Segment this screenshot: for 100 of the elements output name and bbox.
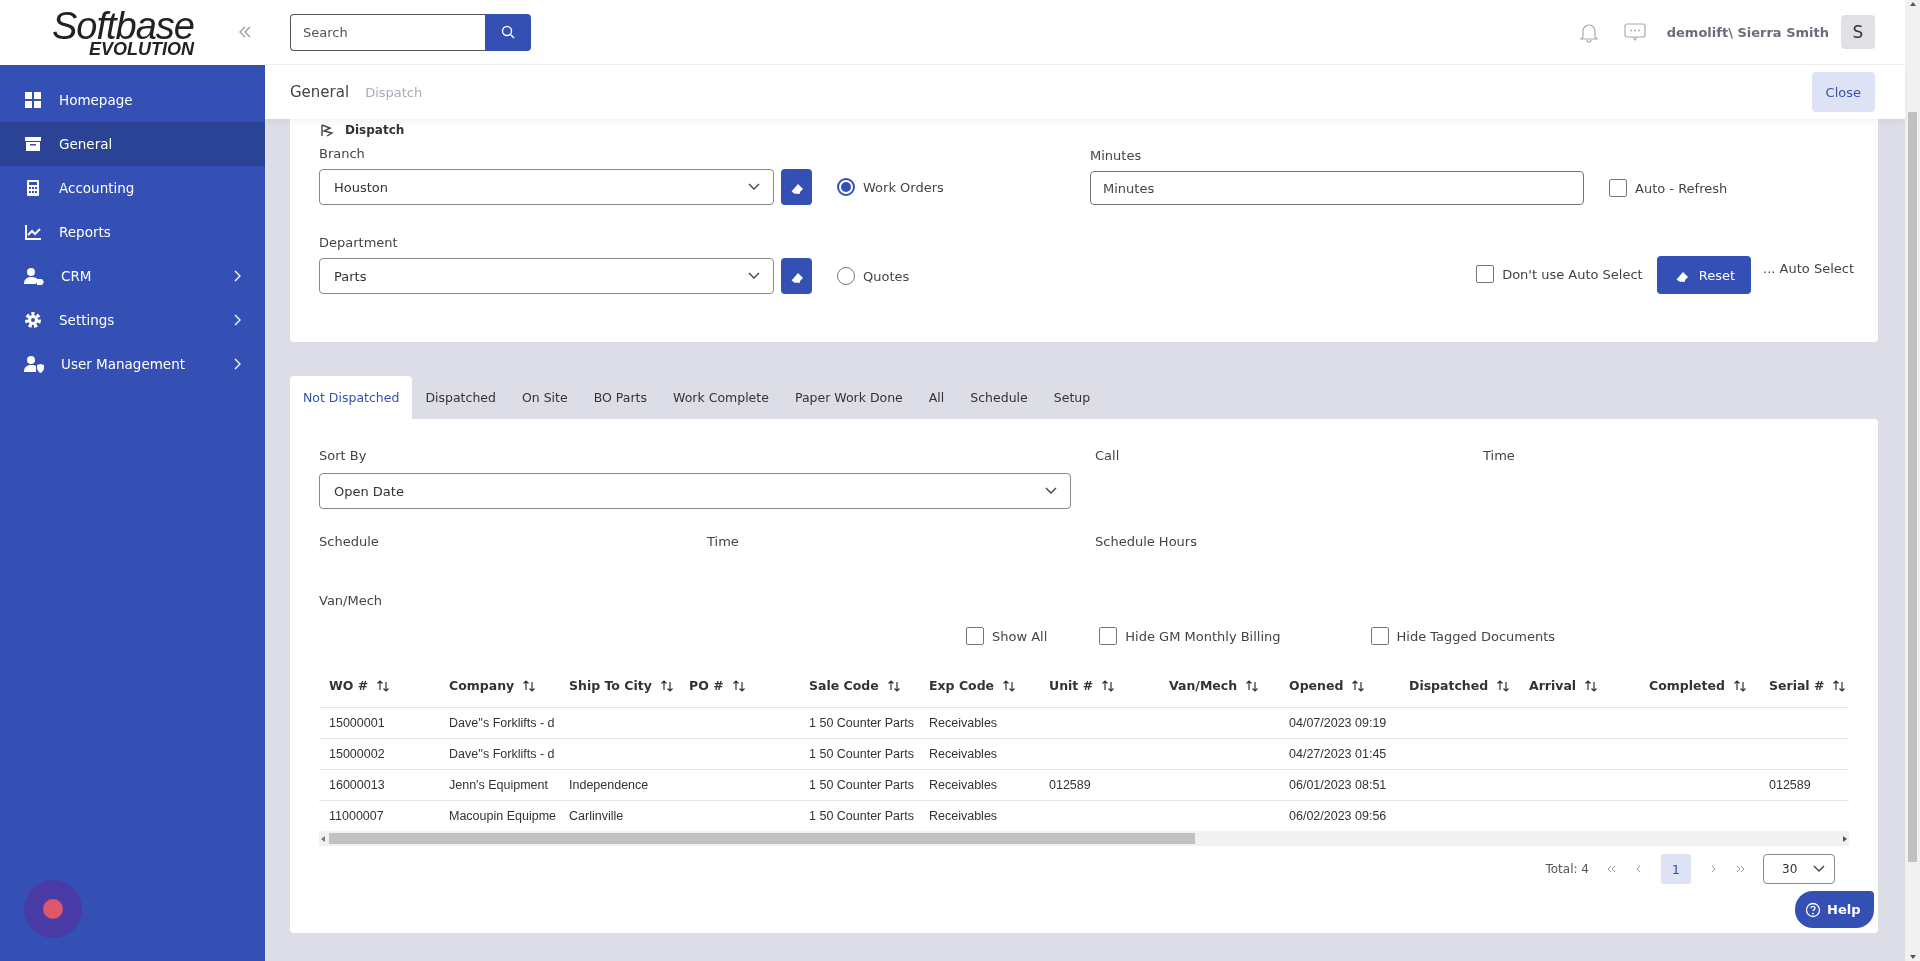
table-cell: 06/01/2023 08:51 xyxy=(1289,777,1387,792)
user-name[interactable]: demolift\ Sierra Smith xyxy=(1666,24,1829,40)
checkbox-label: Show All xyxy=(992,628,1048,644)
tab[interactable]: Paper Work Done xyxy=(781,376,916,419)
table-cell: Carlinville xyxy=(569,808,624,823)
sort-icon[interactable] xyxy=(1351,678,1366,693)
table-cell: 16000013 xyxy=(329,777,385,792)
page-size-select[interactable]: 30 xyxy=(1763,854,1835,884)
last-page-icon[interactable] xyxy=(1735,863,1747,875)
sidebar-item[interactable]: Settings xyxy=(0,298,265,342)
close-button[interactable]: Close xyxy=(1811,72,1875,112)
sort-icon[interactable] xyxy=(1832,678,1847,693)
scroll-left-icon xyxy=(319,834,327,843)
reset-button[interactable]: Reset xyxy=(1656,256,1752,294)
auto-select-link[interactable]: ... Auto Select xyxy=(1763,248,1854,288)
table-cell: Receivables xyxy=(929,777,998,792)
column-header[interactable]: Serial # xyxy=(1769,678,1825,694)
field-label: Schedule Hours xyxy=(1095,534,1198,549)
column-header[interactable]: Company xyxy=(449,678,515,694)
field-label: Department xyxy=(319,235,399,250)
checkbox-label: Hide GM Monthly Billing xyxy=(1125,628,1281,644)
sidebar-item[interactable]: User Management xyxy=(0,342,265,386)
column-header[interactable]: Exp Code xyxy=(929,678,995,694)
field-label: Sort By xyxy=(319,448,368,463)
sort-icon[interactable] xyxy=(886,678,901,693)
select-field[interactable]: Parts xyxy=(319,258,774,294)
sort-icon[interactable] xyxy=(1584,678,1599,693)
clear-button[interactable] xyxy=(781,169,812,205)
checkbox[interactable] xyxy=(1609,179,1627,197)
field-label: Call xyxy=(1095,448,1121,463)
table-cell: 012589 xyxy=(1769,777,1811,792)
select-field[interactable]: Houston xyxy=(319,169,774,205)
search-field[interactable]: Search xyxy=(290,13,485,51)
column-header[interactable]: Sale Code xyxy=(809,678,879,694)
sort-icon[interactable] xyxy=(1101,678,1116,693)
sidebar-item[interactable]: CRM xyxy=(0,254,265,298)
app-logo: Softbase EVOLUTION xyxy=(52,7,194,58)
column-header[interactable]: Arrival xyxy=(1529,678,1577,694)
field-label: Minutes xyxy=(1090,148,1143,163)
dispatch-icon xyxy=(319,122,335,138)
column-header[interactable]: Dispatched xyxy=(1409,678,1489,694)
tab[interactable]: BO Parts xyxy=(580,376,661,419)
tab[interactable]: Not Dispatched xyxy=(290,376,413,419)
field-label: Van/Mech xyxy=(319,593,384,608)
tab[interactable]: Setup xyxy=(1040,376,1104,419)
table-cell: 1 50 Counter Parts xyxy=(809,746,914,761)
sidebar-item[interactable]: Accounting xyxy=(0,166,265,210)
tab[interactable]: On Site xyxy=(508,376,581,419)
scroll-right-icon xyxy=(1841,834,1849,843)
collapse-icon[interactable] xyxy=(237,24,253,40)
sidebar-item[interactable]: Reports xyxy=(0,210,265,254)
sort-icon[interactable] xyxy=(522,678,537,693)
checkbox[interactable] xyxy=(1476,265,1495,283)
user-avatar[interactable]: S xyxy=(1841,15,1875,49)
column-header[interactable]: Opened xyxy=(1289,678,1344,694)
tab[interactable]: All xyxy=(915,376,958,419)
radio-label: Work Orders xyxy=(863,179,944,195)
scroll-up-icon xyxy=(1908,0,1917,8)
column-header[interactable]: WO # xyxy=(329,678,369,694)
minutes-field[interactable]: Minutes xyxy=(1090,171,1584,205)
help-button[interactable]: Help xyxy=(1795,891,1875,928)
table-cell: 11000007 xyxy=(329,808,384,823)
field-label: Branch xyxy=(319,146,366,161)
sort-icon[interactable] xyxy=(1732,678,1747,693)
checkbox[interactable] xyxy=(966,627,984,645)
horizontal-scrollbar[interactable] xyxy=(319,831,1849,846)
column-header[interactable]: Van/Mech xyxy=(1169,678,1238,694)
scroll-down-icon xyxy=(1908,953,1917,961)
radio-button[interactable] xyxy=(837,178,855,196)
sort-icon[interactable] xyxy=(376,678,391,693)
column-header[interactable]: Unit # xyxy=(1049,678,1094,694)
tab[interactable]: Work Complete xyxy=(660,376,782,419)
radio-button[interactable] xyxy=(837,267,855,285)
select-field[interactable]: Open Date xyxy=(319,473,1071,509)
sort-icon[interactable] xyxy=(1245,678,1260,693)
table-cell: 15000001 xyxy=(329,715,385,730)
sidebar-item[interactable]: Homepage xyxy=(0,78,265,122)
clear-button[interactable] xyxy=(781,258,812,294)
column-header[interactable]: Completed xyxy=(1649,678,1725,694)
sort-icon[interactable] xyxy=(659,678,674,693)
checkbox[interactable] xyxy=(1099,627,1118,645)
sort-icon[interactable] xyxy=(731,678,746,693)
gear-icon xyxy=(24,311,42,329)
column-header[interactable]: Ship To City xyxy=(569,678,652,694)
first-page-icon[interactable] xyxy=(1605,863,1617,875)
tab[interactable]: Schedule xyxy=(957,376,1041,419)
checkbox[interactable] xyxy=(1370,627,1389,645)
checkbox-label: Auto - Refresh xyxy=(1635,180,1728,196)
page-number[interactable]: 1 xyxy=(1661,854,1691,884)
tab[interactable]: Dispatched xyxy=(412,376,509,419)
search-button[interactable] xyxy=(485,13,531,51)
vertical-scrollbar[interactable] xyxy=(1905,0,1920,961)
column-header[interactable]: PO # xyxy=(689,678,724,694)
section-title: Dispatch xyxy=(345,123,405,137)
sort-icon[interactable] xyxy=(1496,678,1511,693)
sort-icon[interactable] xyxy=(1002,678,1017,693)
sidebar-item[interactable]: General xyxy=(0,122,265,166)
checkbox-label: Hide Tagged Documents xyxy=(1396,628,1556,644)
table-cell: Receivables xyxy=(929,715,998,730)
search-icon xyxy=(501,25,515,39)
